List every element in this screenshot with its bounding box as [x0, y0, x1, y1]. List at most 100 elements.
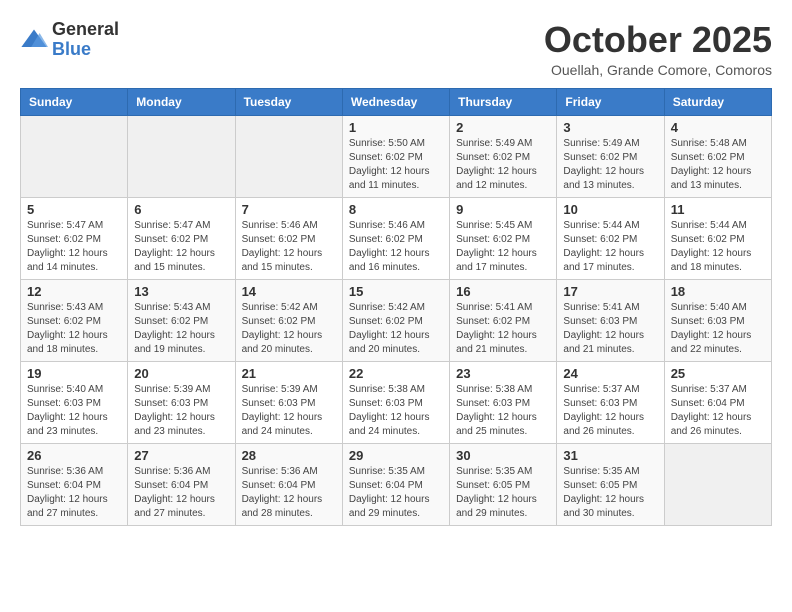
day-info: Sunrise: 5:48 AM Sunset: 6:02 PM Dayligh… [671, 137, 765, 193]
day-info: Sunrise: 5:43 AM Sunset: 6:02 PM Dayligh… [27, 301, 121, 357]
day-info: Sunrise: 5:38 AM Sunset: 6:03 PM Dayligh… [349, 383, 443, 439]
calendar-cell: 20 Sunrise: 5:39 AM Sunset: 6:03 PM Dayli… [128, 361, 235, 443]
calendar-cell: 3Sunrise: 5:49 AM Sunset: 6:02 PM Daylig… [557, 115, 664, 197]
calendar-cell: 12 Sunrise: 5:43 AM Sunset: 6:02 PM Dayli… [21, 279, 128, 361]
day-info: Sunrise: 5:38 AM Sunset: 6:03 PM Dayligh… [456, 383, 550, 439]
day-number: 11 [671, 202, 765, 217]
calendar-cell: 17Sunrise: 5:41 AM Sunset: 6:03 PM Dayli… [557, 279, 664, 361]
calendar-cell: 5 Sunrise: 5:47 AM Sunset: 6:02 PM Daylig… [21, 197, 128, 279]
calendar-cell: 15 Sunrise: 5:42 AM Sunset: 6:02 PM Dayli… [342, 279, 449, 361]
calendar-cell: 25 Sunrise: 5:37 AM Sunset: 6:04 PM Dayli… [664, 361, 771, 443]
day-number: 31 [563, 448, 657, 463]
day-number: 21 [242, 366, 336, 381]
calendar-cell: 7 Sunrise: 5:46 AM Sunset: 6:02 PM Daylig… [235, 197, 342, 279]
day-number: 7 [242, 202, 336, 217]
calendar-header-row: SundayMondayTuesdayWednesdayThursdayFrid… [21, 88, 772, 115]
logo: General Blue [20, 20, 119, 60]
day-info: Sunrise: 5:47 AM Sunset: 6:02 PM Dayligh… [134, 219, 228, 275]
day-info: Sunrise: 5:36 AM Sunset: 6:04 PM Dayligh… [27, 465, 121, 521]
day-number: 1 [349, 120, 443, 135]
day-header-wednesday: Wednesday [342, 88, 449, 115]
calendar-cell [21, 115, 128, 197]
day-header-saturday: Saturday [664, 88, 771, 115]
day-info: Sunrise: 5:39 AM Sunset: 6:03 PM Dayligh… [134, 383, 228, 439]
calendar-cell [235, 115, 342, 197]
day-header-tuesday: Tuesday [235, 88, 342, 115]
calendar-week-row: 1 Sunrise: 5:50 AM Sunset: 6:02 PM Daylig… [21, 115, 772, 197]
logo-blue: Blue [52, 39, 91, 59]
title-area: October 2025 Ouellah, Grande Comore, Com… [544, 20, 772, 78]
calendar-week-row: 19Sunrise: 5:40 AM Sunset: 6:03 PM Dayli… [21, 361, 772, 443]
calendar-week-row: 5 Sunrise: 5:47 AM Sunset: 6:02 PM Daylig… [21, 197, 772, 279]
day-number: 19 [27, 366, 121, 381]
day-info: Sunrise: 5:42 AM Sunset: 6:02 PM Dayligh… [242, 301, 336, 357]
calendar-cell: 4 Sunrise: 5:48 AM Sunset: 6:02 PM Daylig… [664, 115, 771, 197]
day-info: Sunrise: 5:35 AM Sunset: 6:05 PM Dayligh… [563, 465, 657, 521]
logo-general: General [52, 19, 119, 39]
day-number: 14 [242, 284, 336, 299]
day-info: Sunrise: 5:44 AM Sunset: 6:02 PM Dayligh… [563, 219, 657, 275]
day-number: 25 [671, 366, 765, 381]
calendar-cell: 6Sunrise: 5:47 AM Sunset: 6:02 PM Daylig… [128, 197, 235, 279]
day-number: 5 [27, 202, 121, 217]
calendar-cell: 31 Sunrise: 5:35 AM Sunset: 6:05 PM Dayli… [557, 443, 664, 525]
calendar-cell: 28 Sunrise: 5:36 AM Sunset: 6:04 PM Dayli… [235, 443, 342, 525]
calendar-cell: 1 Sunrise: 5:50 AM Sunset: 6:02 PM Daylig… [342, 115, 449, 197]
calendar-cell: 8 Sunrise: 5:46 AM Sunset: 6:02 PM Daylig… [342, 197, 449, 279]
day-number: 2 [456, 120, 550, 135]
calendar-cell: 30Sunrise: 5:35 AM Sunset: 6:05 PM Dayli… [450, 443, 557, 525]
calendar-week-row: 12 Sunrise: 5:43 AM Sunset: 6:02 PM Dayli… [21, 279, 772, 361]
day-header-sunday: Sunday [21, 88, 128, 115]
day-info: Sunrise: 5:43 AM Sunset: 6:02 PM Dayligh… [134, 301, 228, 357]
day-info: Sunrise: 5:47 AM Sunset: 6:02 PM Dayligh… [27, 219, 121, 275]
day-info: Sunrise: 5:46 AM Sunset: 6:02 PM Dayligh… [349, 219, 443, 275]
day-info: Sunrise: 5:35 AM Sunset: 6:04 PM Dayligh… [349, 465, 443, 521]
day-number: 22 [349, 366, 443, 381]
location: Ouellah, Grande Comore, Comoros [544, 62, 772, 78]
day-info: Sunrise: 5:42 AM Sunset: 6:02 PM Dayligh… [349, 301, 443, 357]
day-info: Sunrise: 5:40 AM Sunset: 6:03 PM Dayligh… [671, 301, 765, 357]
calendar-cell: 10Sunrise: 5:44 AM Sunset: 6:02 PM Dayli… [557, 197, 664, 279]
day-number: 18 [671, 284, 765, 299]
day-number: 23 [456, 366, 550, 381]
day-info: Sunrise: 5:41 AM Sunset: 6:03 PM Dayligh… [563, 301, 657, 357]
day-info: Sunrise: 5:49 AM Sunset: 6:02 PM Dayligh… [563, 137, 657, 193]
day-info: Sunrise: 5:44 AM Sunset: 6:02 PM Dayligh… [671, 219, 765, 275]
day-info: Sunrise: 5:45 AM Sunset: 6:02 PM Dayligh… [456, 219, 550, 275]
day-info: Sunrise: 5:36 AM Sunset: 6:04 PM Dayligh… [242, 465, 336, 521]
day-number: 12 [27, 284, 121, 299]
month-title: October 2025 [544, 20, 772, 60]
day-number: 26 [27, 448, 121, 463]
day-header-friday: Friday [557, 88, 664, 115]
calendar-cell: 19Sunrise: 5:40 AM Sunset: 6:03 PM Dayli… [21, 361, 128, 443]
day-number: 27 [134, 448, 228, 463]
day-info: Sunrise: 5:37 AM Sunset: 6:04 PM Dayligh… [671, 383, 765, 439]
calendar-cell: 14 Sunrise: 5:42 AM Sunset: 6:02 PM Dayli… [235, 279, 342, 361]
day-info: Sunrise: 5:41 AM Sunset: 6:02 PM Dayligh… [456, 301, 550, 357]
day-info: Sunrise: 5:50 AM Sunset: 6:02 PM Dayligh… [349, 137, 443, 193]
day-number: 20 [134, 366, 228, 381]
day-number: 13 [134, 284, 228, 299]
calendar-week-row: 26 Sunrise: 5:36 AM Sunset: 6:04 PM Dayli… [21, 443, 772, 525]
day-info: Sunrise: 5:39 AM Sunset: 6:03 PM Dayligh… [242, 383, 336, 439]
logo-text: General Blue [52, 20, 119, 60]
day-info: Sunrise: 5:46 AM Sunset: 6:02 PM Dayligh… [242, 219, 336, 275]
calendar-cell: 26 Sunrise: 5:36 AM Sunset: 6:04 PM Dayli… [21, 443, 128, 525]
calendar-cell: 11 Sunrise: 5:44 AM Sunset: 6:02 PM Dayli… [664, 197, 771, 279]
calendar-cell [664, 443, 771, 525]
day-info: Sunrise: 5:37 AM Sunset: 6:03 PM Dayligh… [563, 383, 657, 439]
calendar-cell: 27Sunrise: 5:36 AM Sunset: 6:04 PM Dayli… [128, 443, 235, 525]
calendar-cell: 2Sunrise: 5:49 AM Sunset: 6:02 PM Daylig… [450, 115, 557, 197]
calendar-cell [128, 115, 235, 197]
day-info: Sunrise: 5:35 AM Sunset: 6:05 PM Dayligh… [456, 465, 550, 521]
day-number: 29 [349, 448, 443, 463]
day-number: 8 [349, 202, 443, 217]
logo-icon [20, 26, 48, 54]
day-number: 28 [242, 448, 336, 463]
day-header-monday: Monday [128, 88, 235, 115]
calendar-cell: 9 Sunrise: 5:45 AM Sunset: 6:02 PM Daylig… [450, 197, 557, 279]
day-number: 9 [456, 202, 550, 217]
day-header-thursday: Thursday [450, 88, 557, 115]
day-number: 15 [349, 284, 443, 299]
day-number: 4 [671, 120, 765, 135]
